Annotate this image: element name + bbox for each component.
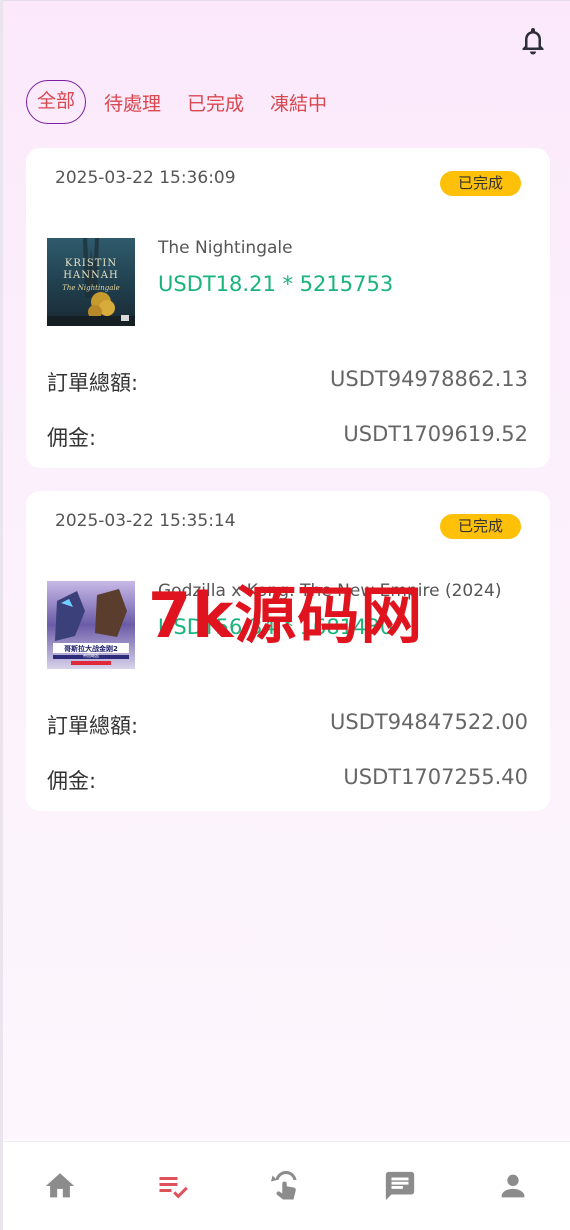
nav-grab[interactable]: [256, 1156, 316, 1216]
nav-orders[interactable]: [143, 1156, 203, 1216]
orders-icon: [159, 1177, 188, 1199]
product-price-qty: USDT18.21 * 5215753: [158, 272, 394, 296]
order-total-value: USDT94847522.00: [330, 710, 528, 734]
order-card[interactable]: 2025-03-22 15:36:09 已完成 KRISTIN HANNAH T…: [26, 148, 550, 468]
tab-pending[interactable]: 待處理: [100, 89, 165, 116]
order-total-value: USDT94978862.13: [330, 367, 528, 391]
order-time: 2025-03-22 15:36:09: [55, 168, 236, 188]
watermark: 7k源码网: [148, 579, 424, 652]
status-badge: 已完成: [440, 514, 521, 539]
product-image: KRISTIN HANNAH The Nightingale: [47, 238, 135, 326]
nav-profile[interactable]: [483, 1156, 543, 1216]
bell-icon[interactable]: [517, 24, 549, 56]
status-badge: 已完成: [440, 171, 521, 196]
product-image: 哥斯拉大战金刚2 帝国崛起: [47, 581, 135, 669]
left-border: [0, 0, 3, 1230]
nav-home[interactable]: [30, 1156, 90, 1216]
home-icon: [45, 1173, 74, 1198]
thumb-title: The Nightingale: [62, 284, 120, 292]
status-tabs: 全部 待處理 已完成 凍結中: [26, 80, 349, 124]
top-border: [0, 0, 570, 1]
message-icon: [385, 1171, 415, 1201]
order-total-label: 訂單總額:: [47, 371, 139, 395]
bottom-nav: [3, 1141, 570, 1230]
order-time: 2025-03-22 15:35:14: [55, 511, 236, 531]
commission-value: USDT1709619.52: [343, 422, 528, 446]
tab-completed[interactable]: 已完成: [183, 89, 248, 116]
commission-label: 佣金:: [47, 769, 97, 793]
thumb-author-last: HANNAH: [63, 270, 119, 281]
commission-label: 佣金:: [47, 426, 97, 450]
tap-icon: [271, 1171, 297, 1200]
profile-icon: [501, 1174, 525, 1198]
tab-frozen[interactable]: 凍結中: [266, 89, 331, 116]
commission-value: USDT1707255.40: [343, 765, 528, 789]
nav-messages[interactable]: [370, 1156, 430, 1216]
tab-all[interactable]: 全部: [26, 80, 87, 124]
product-name: The Nightingale: [158, 238, 293, 258]
thumb-author-first: KRISTIN: [64, 258, 118, 269]
order-total-label: 訂單總額:: [47, 714, 139, 738]
thumb-subtitle: 帝国崛起: [83, 653, 99, 658]
